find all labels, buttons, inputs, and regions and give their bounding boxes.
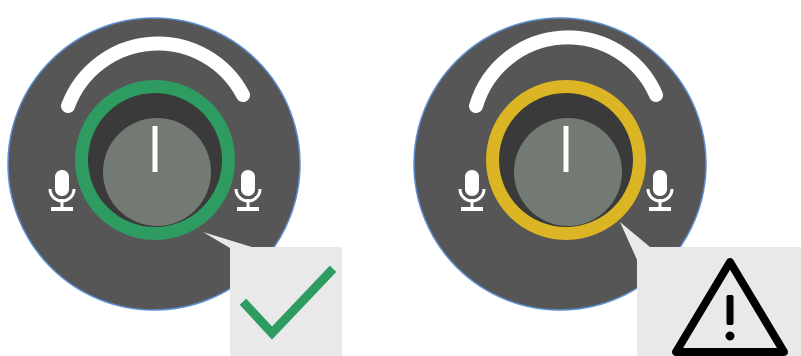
gain-knob[interactable] [486,80,646,240]
warning-dot [725,331,735,341]
knob-pointer [563,126,569,172]
gain-knob-ok-graphic [7,17,342,356]
warning-exclamation [726,295,734,325]
gain-knob[interactable] [75,80,235,240]
knob-pointer [152,126,158,172]
gain-knob-panel-ok [0,0,400,356]
gain-knob-warning-graphic [413,17,801,356]
gain-knob-panel-warning [400,0,801,356]
